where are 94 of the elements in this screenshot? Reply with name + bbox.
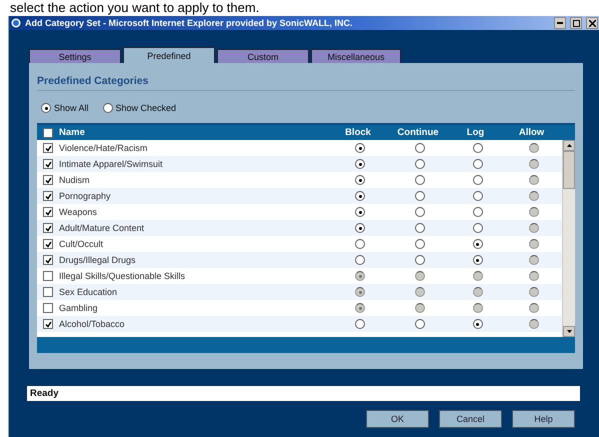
radio-button[interactable] bbox=[472, 255, 482, 265]
category-name: Drugs/Illegal Drugs bbox=[59, 255, 137, 265]
radio-button[interactable] bbox=[415, 143, 425, 153]
radio-button[interactable] bbox=[355, 287, 365, 297]
browser-icon bbox=[11, 18, 21, 28]
radio-button[interactable] bbox=[472, 271, 482, 281]
category-name: Alcohol/Tobacco bbox=[59, 319, 126, 329]
radio-button[interactable] bbox=[415, 303, 425, 313]
scrollbar[interactable] bbox=[562, 140, 575, 337]
checkbox[interactable] bbox=[43, 319, 53, 329]
radio-button[interactable] bbox=[355, 255, 365, 265]
checkbox[interactable] bbox=[43, 191, 53, 201]
radio-button[interactable] bbox=[415, 159, 425, 169]
checkbox[interactable] bbox=[43, 303, 53, 313]
radio-button[interactable] bbox=[415, 255, 425, 265]
radio-button[interactable] bbox=[102, 103, 113, 113]
checkbox[interactable] bbox=[43, 287, 53, 297]
close-button[interactable] bbox=[586, 17, 598, 29]
maximize-button[interactable] bbox=[570, 17, 582, 29]
checkbox[interactable] bbox=[43, 271, 53, 281]
radio-button[interactable] bbox=[355, 223, 365, 233]
status-bar: Ready bbox=[27, 386, 580, 401]
radio-button[interactable] bbox=[472, 239, 482, 249]
category-name: Sex Education bbox=[59, 287, 118, 297]
radio-button[interactable] bbox=[355, 143, 365, 153]
checkbox[interactable] bbox=[43, 223, 53, 233]
minimize-icon bbox=[557, 22, 563, 24]
radio-button[interactable] bbox=[355, 175, 365, 185]
radio-button[interactable] bbox=[415, 271, 425, 281]
down-arrow-icon bbox=[566, 330, 572, 333]
category-name: Nudism bbox=[59, 175, 91, 185]
tab[interactable]: Miscellaneous bbox=[311, 49, 401, 63]
radio-button[interactable] bbox=[472, 207, 482, 217]
radio-button[interactable] bbox=[355, 319, 365, 329]
column-header: Name bbox=[59, 127, 86, 138]
radio-button[interactable] bbox=[415, 319, 425, 329]
radio-button[interactable] bbox=[472, 159, 482, 169]
category-name: Illegal Skills/Questionable Skills bbox=[59, 271, 186, 281]
dialog-button[interactable]: OK bbox=[366, 410, 429, 428]
tab[interactable]: Predefined bbox=[123, 47, 215, 63]
radio-button[interactable] bbox=[472, 143, 482, 153]
checkbox[interactable] bbox=[43, 175, 53, 185]
category-name: Cult/Occult bbox=[59, 239, 104, 249]
radio-button[interactable] bbox=[355, 207, 365, 217]
radio-button[interactable] bbox=[472, 303, 482, 313]
radio-button[interactable] bbox=[355, 159, 365, 169]
category-name: Gambling bbox=[59, 303, 99, 313]
radio-button[interactable] bbox=[472, 175, 482, 185]
radio-button[interactable] bbox=[472, 191, 482, 201]
radio-button[interactable] bbox=[355, 191, 365, 201]
dialog-button[interactable]: Cancel bbox=[439, 410, 502, 428]
column-header: Allow bbox=[518, 127, 546, 138]
radio-button[interactable] bbox=[415, 223, 425, 233]
category-name: Weapons bbox=[59, 207, 98, 217]
radio-button[interactable] bbox=[472, 319, 482, 329]
category-name: Pornography bbox=[59, 191, 112, 201]
checkbox[interactable] bbox=[43, 159, 53, 169]
minimize-button[interactable] bbox=[554, 17, 566, 29]
scroll-up-button[interactable] bbox=[563, 140, 575, 151]
radio-button[interactable] bbox=[355, 239, 365, 249]
radio-button[interactable] bbox=[472, 223, 482, 233]
close-icon bbox=[588, 20, 596, 26]
category-name: Violence/Hate/Racism bbox=[59, 143, 148, 153]
window-title: Add Category Set - Microsoft Internet Explorer provided by SonicWALL, INC. bbox=[25, 18, 354, 28]
radio-button[interactable] bbox=[355, 271, 365, 281]
radio-button[interactable] bbox=[355, 303, 365, 313]
category-name: Intimate Apparel/Swimsuit bbox=[59, 159, 164, 169]
radio-button[interactable] bbox=[415, 239, 425, 249]
radio-button[interactable] bbox=[41, 103, 51, 113]
radio-button[interactable] bbox=[415, 191, 425, 201]
radio-button[interactable] bbox=[472, 287, 482, 297]
filter-option[interactable]: Show All bbox=[41, 103, 89, 113]
column-header: Continue bbox=[396, 127, 440, 138]
scroll-thumb[interactable] bbox=[563, 151, 575, 189]
column-header: Log bbox=[466, 127, 486, 138]
radio-button[interactable] bbox=[415, 287, 425, 297]
up-arrow-icon bbox=[566, 144, 572, 147]
tab[interactable]: Custom bbox=[217, 49, 309, 63]
radio-button[interactable] bbox=[415, 175, 425, 185]
tab[interactable]: Settings bbox=[29, 49, 121, 63]
category-name: Adult/Mature Content bbox=[59, 223, 146, 233]
dialog-button[interactable]: Help bbox=[512, 410, 575, 428]
checkbox[interactable] bbox=[43, 255, 53, 265]
document-caption: select the action you want to apply to them. bbox=[9, 0, 260, 16]
radio-button[interactable] bbox=[415, 207, 425, 217]
checkbox[interactable] bbox=[43, 143, 53, 153]
column-header: Block bbox=[344, 127, 372, 138]
maximize-icon bbox=[572, 20, 580, 26]
filter-option[interactable]: Show Checked bbox=[102, 103, 176, 113]
checkbox[interactable] bbox=[43, 207, 53, 217]
checkbox[interactable] bbox=[43, 128, 53, 138]
section-title: Predefined Categories bbox=[37, 75, 575, 91]
scroll-down-button[interactable] bbox=[563, 326, 575, 337]
checkbox[interactable] bbox=[43, 239, 53, 249]
